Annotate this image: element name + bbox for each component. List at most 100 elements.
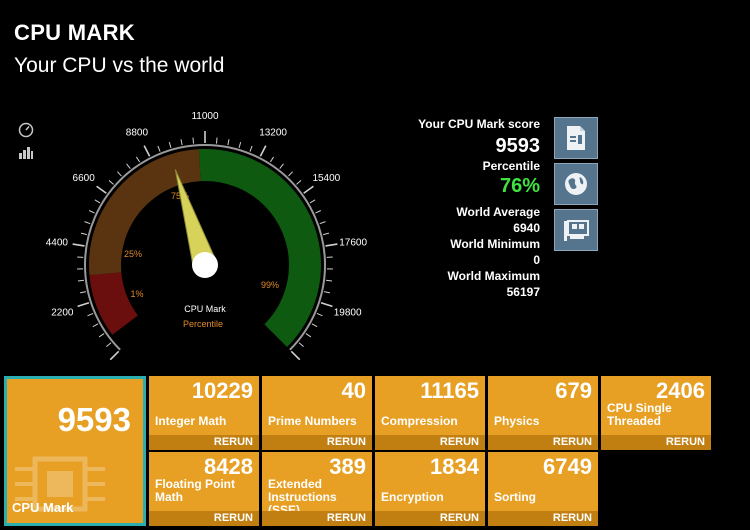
- gauge-major-tick: [303, 185, 314, 194]
- percentile-value: 76%: [499, 175, 540, 197]
- hardware-card-icon: [564, 220, 589, 241]
- gauge-minor-tick: [79, 291, 87, 294]
- gauge-tick-label: 8800: [126, 127, 149, 138]
- gauge-major-tick: [109, 350, 120, 360]
- tile-value: 679: [555, 378, 592, 403]
- gauge-minor-tick: [157, 145, 161, 152]
- world-maximum-label: World Maximum: [447, 269, 540, 283]
- gauge-minor-tick: [249, 145, 253, 152]
- tile-value: 40: [341, 378, 366, 403]
- score-value: 9593: [495, 135, 541, 157]
- world-maximum-value: 56197: [506, 285, 540, 299]
- tile-cpu-single-threaded[interactable]: 2406 CPU Single Threaded RERUN: [601, 376, 711, 450]
- gauge-minor-tick: [296, 179, 302, 185]
- rerun-button[interactable]: RERUN: [149, 435, 259, 450]
- gauge-tick-label: 19800: [334, 307, 362, 318]
- tile-label: Physics: [494, 414, 540, 428]
- score-panel: Your CPU Mark score 9593 Percentile 76% …: [395, 116, 540, 300]
- gauge-minor-tick: [279, 163, 284, 169]
- gauge-minor-tick: [94, 199, 101, 204]
- gauge-minor-tick: [298, 342, 304, 347]
- gauge-major-tick: [259, 145, 267, 157]
- gauge-minor-tick: [319, 221, 326, 225]
- gauge-minor-tick: [325, 279, 333, 282]
- tile-compression[interactable]: 11165 Compression RERUN: [375, 376, 485, 450]
- gauge-major-tick: [77, 301, 90, 308]
- rerun-button[interactable]: RERUN: [601, 435, 711, 450]
- gauge-tick-label: 2200: [51, 307, 74, 318]
- gauge-zone-top: [264, 265, 321, 348]
- gauge-minor-tick: [126, 163, 131, 169]
- gauge-tick-label: 4400: [46, 238, 69, 249]
- world-minimum-value: 0: [533, 253, 540, 267]
- gauge-minor-tick: [84, 221, 91, 225]
- tile-value: 10229: [191, 378, 253, 403]
- gauge-tick-label: 15400: [312, 173, 340, 184]
- gauge-tick-label: 13200: [259, 127, 287, 138]
- gauge-minor-tick: [269, 156, 275, 163]
- page-title: CPU MARK: [14, 20, 135, 45]
- rerun-button[interactable]: RERUN: [375, 511, 485, 526]
- gauge-tick-label: 6600: [73, 173, 96, 184]
- cpu-mark-gauge: 0220044006600880011000132001540017600198…: [46, 111, 367, 360]
- gauge-minor-tick: [323, 232, 330, 236]
- tile-label: Integer Math: [155, 414, 227, 428]
- tile-label: Compression: [381, 414, 458, 428]
- gauge-minor-tick: [311, 323, 318, 328]
- gauge-minor-tick: [192, 137, 195, 144]
- gauge-minor-tick: [238, 141, 242, 148]
- tile-encryption[interactable]: 1834 Encryption RERUN: [375, 452, 485, 526]
- gauge-minor-tick: [316, 312, 323, 317]
- tile-label: Prime Numbers: [268, 414, 357, 428]
- gauge-minor-tick: [180, 139, 183, 146]
- rerun-button[interactable]: RERUN: [375, 435, 485, 450]
- rerun-button[interactable]: RERUN: [262, 511, 372, 526]
- rerun-button[interactable]: RERUN: [488, 435, 598, 450]
- tile-physics[interactable]: 679 Physics RERUN: [488, 376, 598, 450]
- gauge-minor-tick: [215, 137, 218, 144]
- tile-integer-math[interactable]: 10229 Integer Math RERUN: [149, 376, 259, 450]
- gauge-zone-low: [89, 272, 138, 335]
- world-average-label: World Average: [456, 205, 540, 219]
- world-average-value: 6940: [513, 221, 540, 235]
- gauge-minor-tick: [117, 171, 122, 177]
- gauge-minor-tick: [227, 139, 230, 146]
- gauge-minor-tick: [88, 210, 95, 214]
- rerun-button[interactable]: RERUN: [149, 511, 259, 526]
- gauge-minor-tick: [168, 141, 172, 148]
- tile-label: CPU Single Threaded: [607, 401, 672, 428]
- gauge-major-tick: [320, 301, 333, 308]
- tile-label: Sorting: [494, 490, 536, 504]
- tile-floating-point-math[interactable]: 8428 Floating Point Math RERUN: [149, 452, 259, 526]
- gauge-minor-tick: [108, 179, 114, 185]
- gauge-sublabel: Percentile: [183, 319, 223, 329]
- globe-icon: [565, 173, 587, 195]
- gauge-major-tick: [290, 350, 301, 360]
- world-minimum-label: World Minimum: [450, 237, 540, 251]
- document-button[interactable]: [554, 117, 598, 159]
- gauge-tick-label: 11000: [191, 111, 219, 122]
- gauge-minor-tick: [80, 232, 87, 236]
- gauge-tick-label: 17600: [339, 238, 367, 249]
- cpu-mark-tile[interactable]: 9593 CPU Mark: [4, 376, 146, 526]
- tile-value: 1834: [430, 454, 479, 479]
- gauge-zone-high: [205, 149, 321, 265]
- gauge-minor-tick: [323, 291, 331, 294]
- gauge-pct-99: 99%: [261, 280, 279, 290]
- tile-extended-instructions[interactable]: 389 Extended Instructions (SSE) RERUN: [262, 452, 372, 526]
- gauge-minor-tick: [315, 210, 322, 214]
- rerun-button[interactable]: RERUN: [488, 511, 598, 526]
- gauge-major-tick: [96, 185, 107, 194]
- gauge-minor-tick: [135, 156, 141, 163]
- hardware-button[interactable]: [554, 209, 598, 251]
- tile-sorting[interactable]: 6749 Sorting RERUN: [488, 452, 598, 526]
- cpu-mark-label: CPU Mark: [12, 500, 74, 515]
- tile-prime-numbers[interactable]: 40 Prime Numbers RERUN: [262, 376, 372, 450]
- tile-value: 11165: [420, 378, 479, 403]
- gauge-major-tick: [72, 243, 85, 247]
- gauge-minor-tick: [288, 171, 293, 177]
- gauge-major-tick: [325, 243, 338, 247]
- globe-button[interactable]: [554, 163, 598, 205]
- document-icon: [567, 126, 585, 150]
- rerun-button[interactable]: RERUN: [262, 435, 372, 450]
